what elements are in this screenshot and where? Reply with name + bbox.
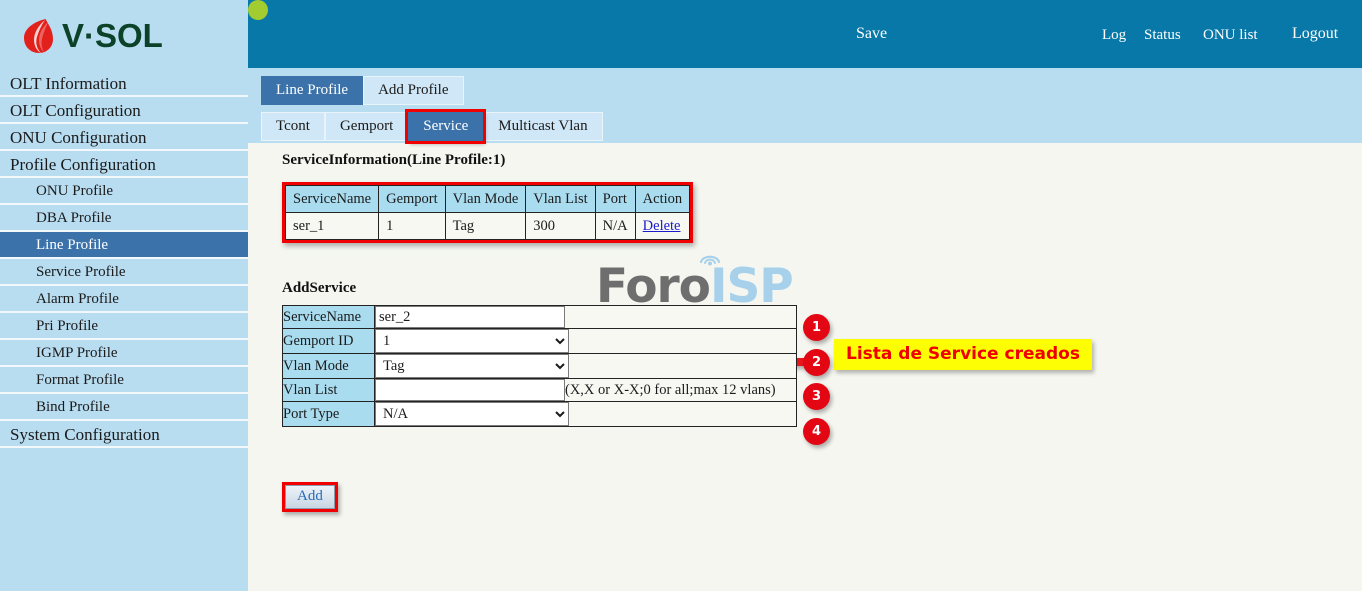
add-service-submit-button[interactable]: Add	[285, 485, 335, 509]
gemport-id-select[interactable]: 1234	[375, 329, 569, 353]
form-row: Gemport ID1234	[283, 329, 797, 354]
delete-service-link[interactable]: Delete	[643, 218, 681, 234]
column-header: Vlan Mode	[445, 186, 526, 213]
field-label-gemport-id: Gemport ID	[283, 329, 375, 354]
service-information-title: ServiceInformation(Line Profile:1)	[282, 152, 505, 169]
header-link-log[interactable]: Log	[1102, 27, 1126, 44]
table-header-row: ServiceNameGemportVlan ModeVlan ListPort…	[286, 186, 690, 213]
wifi-tower-icon	[699, 249, 721, 269]
sidebar-item-olt-information[interactable]: OLT Information	[0, 70, 248, 97]
vsol-flame-logo-icon	[22, 17, 56, 55]
field-label-port-type: Port Type	[283, 402, 375, 427]
primary-tab-row: Line ProfileAdd Profile	[261, 76, 464, 105]
add-service-form-table: ServiceNameGemport ID1234Vlan ModeTagTra…	[282, 305, 797, 427]
cell-gemport: 1	[379, 213, 446, 240]
field-control-cell	[375, 306, 797, 329]
status-led-green-icon	[248, 0, 268, 20]
servicename-input[interactable]	[375, 306, 565, 328]
tab-add-profile[interactable]: Add Profile	[363, 76, 463, 105]
sidebar-item-format-profile[interactable]: Format Profile	[0, 367, 248, 394]
vlan-list-hint: (X,X or X-X;0 for all;max 12 vlans)	[565, 382, 776, 398]
tab-multicast-vlan[interactable]: Multicast Vlan	[483, 112, 602, 141]
foroisp-watermark: ForoISP	[596, 263, 793, 310]
table-row: ser_11Tag300N/A Delete	[286, 213, 690, 240]
form-row: Port TypeN/AETHPOTSCATV	[283, 402, 797, 427]
content-panel: ForoISP ServiceInformation(Line Profile:…	[248, 143, 1362, 591]
add-service-title: AddService	[282, 280, 356, 297]
field-label-vlan-mode: Vlan Mode	[283, 354, 375, 379]
cell-service-name: ser_1	[286, 213, 379, 240]
annotation-callout-list-of-services: Lista de Service creados	[834, 339, 1092, 370]
sidebar: V·SOL OLT InformationOLT ConfigurationON…	[0, 0, 248, 591]
port-type-select[interactable]: N/AETHPOTSCATV	[375, 402, 569, 426]
step-bullet-3: 3	[803, 383, 830, 410]
save-button[interactable]: Save	[856, 25, 887, 43]
step-bullet-1: 1	[803, 314, 830, 341]
brand-logo-area: V·SOL	[0, 0, 248, 68]
top-header-bar: Save Log Status ONU list Logout	[248, 0, 1362, 68]
tab-line-profile[interactable]: Line Profile	[261, 76, 363, 105]
column-header: Vlan List	[526, 186, 595, 213]
column-header: ServiceName	[286, 186, 379, 213]
sidebar-item-line-profile[interactable]: Line Profile	[0, 232, 248, 259]
step-bullet-4: 4	[803, 418, 830, 445]
field-control-cell: TagTransparentTranslationQinQ	[375, 354, 797, 379]
tab-gemport[interactable]: Gemport	[325, 112, 408, 141]
cell-port: N/A	[595, 213, 635, 240]
vlan-list-input[interactable]	[375, 379, 565, 401]
tab-strip: Line ProfileAdd Profile TcontGemportServ…	[248, 68, 1362, 143]
column-header: Action	[635, 186, 689, 213]
add-button-highlight: Add	[282, 482, 338, 512]
sidebar-item-service-profile[interactable]: Service Profile	[0, 259, 248, 286]
form-row: ServiceName	[283, 306, 797, 329]
secondary-tab-row: TcontGemportServiceMulticast Vlan	[261, 112, 603, 141]
sidebar-item-profile-configuration[interactable]: Profile Configuration	[0, 151, 248, 178]
sidebar-item-bind-profile[interactable]: Bind Profile	[0, 394, 248, 421]
sidebar-item-onu-profile[interactable]: ONU Profile	[0, 178, 248, 205]
sidebar-item-dba-profile[interactable]: DBA Profile	[0, 205, 248, 232]
sidebar-item-system-configuration[interactable]: System Configuration	[0, 421, 248, 448]
cell-action: Delete	[635, 213, 689, 240]
column-header: Gemport	[379, 186, 446, 213]
tab-tcont[interactable]: Tcont	[261, 112, 325, 141]
olt-web-management-page: V·SOL OLT InformationOLT ConfigurationON…	[0, 0, 1362, 591]
logout-button[interactable]: Logout	[1292, 25, 1338, 43]
brand-name: V·SOL	[62, 19, 163, 53]
tab-service[interactable]: Service	[408, 112, 483, 141]
sidebar-item-olt-configuration[interactable]: OLT Configuration	[0, 97, 248, 124]
sidebar-item-alarm-profile[interactable]: Alarm Profile	[0, 286, 248, 313]
form-row: Vlan List (X,X or X-X;0 for all;max 12 vl…	[283, 379, 797, 402]
sidebar-nav-list: OLT InformationOLT ConfigurationONU Conf…	[0, 70, 248, 448]
field-label-vlan-list: Vlan List	[283, 379, 375, 402]
field-label-servicename: ServiceName	[283, 306, 375, 329]
cell-vlan-mode: Tag	[445, 213, 526, 240]
step-bullet-2: 2	[803, 349, 830, 376]
sidebar-item-igmp-profile[interactable]: IGMP Profile	[0, 340, 248, 367]
header-link-status[interactable]: Status	[1144, 27, 1181, 44]
column-header: Port	[595, 186, 635, 213]
vlan-mode-select[interactable]: TagTransparentTranslationQinQ	[375, 354, 569, 378]
field-control-cell: 1234	[375, 329, 797, 354]
table-body: ser_11Tag300N/A Delete	[286, 213, 690, 240]
field-control-cell: N/AETHPOTSCATV	[375, 402, 797, 427]
service-information-table-highlight: ServiceNameGemportVlan ModeVlan ListPort…	[282, 182, 693, 243]
sidebar-item-onu-configuration[interactable]: ONU Configuration	[0, 124, 248, 151]
cell-vlan-list: 300	[526, 213, 595, 240]
form-row: Vlan ModeTagTransparentTranslationQinQ	[283, 354, 797, 379]
header-link-onu-list[interactable]: ONU list	[1203, 27, 1258, 44]
field-control-cell: (X,X or X-X;0 for all;max 12 vlans)	[375, 379, 797, 402]
sidebar-item-pri-profile[interactable]: Pri Profile	[0, 313, 248, 340]
service-information-table: ServiceNameGemportVlan ModeVlan ListPort…	[285, 185, 690, 240]
